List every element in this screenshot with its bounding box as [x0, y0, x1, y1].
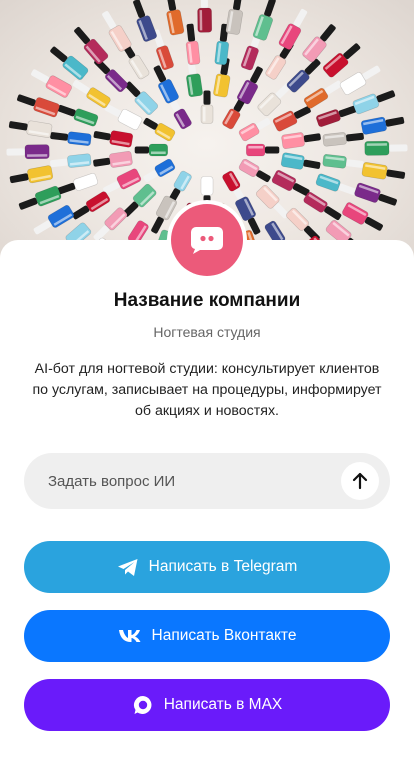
polish-bottle [322, 154, 364, 169]
telegram-button[interactable]: Написать в Telegram [24, 541, 390, 593]
polish-bottle [102, 11, 132, 52]
polish-bottle [303, 191, 342, 221]
send-button[interactable] [341, 462, 379, 500]
polish-bottle [352, 90, 396, 115]
max-button[interactable]: Написать в MAX [24, 679, 390, 731]
polish-bottle [72, 79, 111, 109]
polish-bottle [33, 205, 75, 235]
vk-button-label: Написать Вконтакте [151, 627, 297, 644]
telegram-button-label: Написать в Telegram [148, 558, 298, 575]
polish-bottle [72, 191, 111, 220]
polish-bottle [17, 94, 60, 118]
polish-bottle [361, 162, 406, 180]
arrow-up-icon [352, 472, 368, 490]
polish-bottle [93, 130, 134, 148]
polish-bottle [166, 0, 185, 36]
ask-ai-input[interactable] [48, 453, 338, 509]
polish-bottle [271, 169, 310, 196]
chat-bubble-icon [191, 227, 223, 254]
polish-bottle [322, 132, 364, 147]
polish-bottle [245, 143, 280, 157]
polish-bottle [134, 143, 169, 157]
polish-bottle [50, 46, 89, 80]
polish-bottle [57, 172, 98, 195]
max-button-label: Написать в MAX [163, 696, 283, 713]
max-icon [132, 694, 154, 716]
polish-bottle [281, 132, 321, 150]
polish-bottle [57, 104, 99, 127]
polish-bottle [103, 168, 142, 194]
avatar [167, 200, 247, 280]
polish-bottle [197, 0, 213, 33]
ask-ai-field[interactable] [24, 453, 390, 509]
polish-bottle [360, 116, 405, 135]
polish-bottle [50, 153, 92, 168]
polish-bottle [143, 117, 176, 142]
vk-button[interactable]: Написать Вконтакте [24, 610, 390, 662]
polish-bottle [104, 104, 143, 131]
polish-bottle [9, 165, 54, 184]
polish-bottle [278, 8, 308, 50]
polish-bottle [236, 66, 263, 105]
polish-bottle [93, 207, 128, 242]
polish-bottle [302, 24, 336, 63]
polish-bottle [133, 0, 157, 42]
company-subtitle: Ногтевая студия [153, 324, 261, 340]
polish-bottle [31, 69, 72, 98]
polish-bottle [252, 0, 276, 41]
polish-bottle [315, 173, 357, 196]
polish-bottle [74, 27, 109, 65]
polish-bottle [8, 120, 53, 138]
polish-bottle [143, 158, 176, 183]
polish-bottle [286, 58, 321, 93]
polish-bottle [364, 140, 408, 156]
telegram-icon [117, 558, 139, 577]
polish-bottle [303, 80, 342, 109]
company-description: AI-бот для ногтевой студии: консультируе… [32, 361, 382, 419]
polish-bottle [280, 152, 321, 170]
polish-bottle [6, 144, 50, 160]
polish-bottle [200, 90, 214, 124]
polish-bottle [354, 182, 397, 206]
polish-bottle [225, 0, 243, 35]
avatar-badge [171, 204, 243, 276]
polish-bottle [238, 117, 271, 142]
polish-bottle [272, 106, 311, 132]
polish-bottle [238, 158, 271, 183]
polish-bottle [50, 131, 92, 146]
polish-bottle [18, 185, 62, 210]
company-name: Название компании [113, 290, 301, 311]
polish-bottle [342, 202, 383, 231]
polish-bottle [339, 65, 381, 95]
polish-bottle [316, 105, 357, 128]
polish-bottle [93, 150, 133, 168]
vk-icon [118, 629, 142, 643]
